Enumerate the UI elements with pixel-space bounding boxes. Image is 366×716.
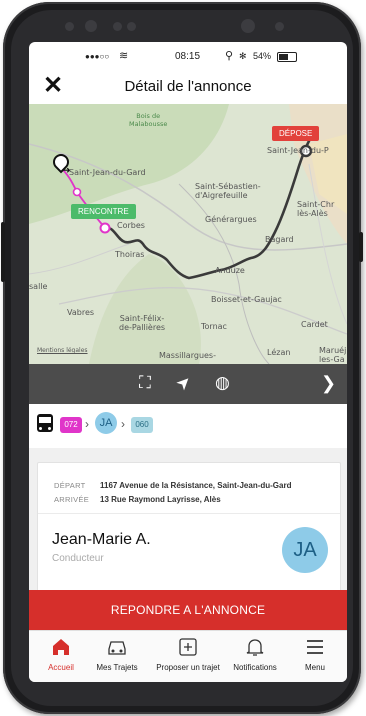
location-icon: ⚲: [225, 50, 234, 62]
clock-text: 08:15: [175, 51, 201, 62]
map-label-thoiras: Thoiras: [115, 250, 145, 259]
map-label-st-jean-right: Saint-Jean-du-P: [267, 146, 329, 155]
bluetooth-icon: ✻: [239, 51, 247, 61]
tab-label: Notifications: [233, 663, 277, 672]
arrow-icon: ›: [85, 417, 89, 431]
tab-notifications[interactable]: Notifications: [223, 631, 287, 682]
menu-icon: [283, 637, 347, 657]
sensor-dot: [275, 22, 284, 31]
map-label-mentions[interactable]: Mentions légales: [37, 347, 88, 354]
map-label-maruej: Maruéj les-Ga: [319, 346, 347, 364]
battery-percent: 54%: [253, 51, 272, 61]
tab-bar: Accueil Mes Trajets Proposer un trajet N…: [29, 630, 347, 682]
map-label-tornac: Tornac: [201, 322, 227, 331]
map-label-lezan: Lézan: [267, 348, 291, 357]
map-label-vabres: Vabres: [67, 308, 95, 317]
map-label-boisset: Boisset-et-Gaujac: [211, 295, 282, 304]
power-button: [359, 232, 363, 262]
volume-button: [1, 222, 5, 282]
tab-mes-trajets[interactable]: Mes Trajets: [85, 631, 149, 682]
sensor-dot: [113, 22, 122, 31]
map-label-forest: Bois de Malabousse: [129, 112, 168, 128]
tab-menu[interactable]: Menu: [283, 631, 347, 682]
iris-scanner: [241, 19, 255, 33]
driver-role: Conducteur: [52, 553, 104, 564]
map-label-corbes: Corbes: [117, 221, 145, 230]
route-map[interactable]: ➜ Bois de Malabousse Saint-Jean-du-Gard …: [29, 104, 347, 364]
bell-icon: [223, 637, 287, 657]
driver-name: Jean-Marie A.: [52, 531, 151, 548]
map-toolbar: ⛶ ➤ ◍ ❯: [29, 364, 347, 404]
arrivee-address: 13 Rue Raymond Layrisse, Alès: [100, 495, 221, 504]
sensor-dot: [127, 22, 136, 31]
arrivee-label: ARRIVÉE: [54, 495, 90, 504]
map-canvas: [29, 104, 347, 364]
pickup-marker-label[interactable]: RENCONTRE: [71, 204, 136, 219]
dropoff-marker-label[interactable]: DÉPOSE: [272, 126, 320, 141]
front-camera: [85, 20, 97, 32]
depart-address: 1167 Avenue de la Résistance, Saint-Jean…: [100, 481, 292, 490]
map-label-salle: salle: [29, 282, 48, 291]
wifi-icon: ≋: [119, 50, 129, 62]
globe-icon[interactable]: ◍: [215, 373, 230, 393]
bus-icon: [37, 414, 53, 432]
navigate-icon[interactable]: ➤: [172, 371, 196, 395]
signal-icon: ●●●○○: [85, 52, 110, 61]
card-divider: [38, 513, 340, 514]
fullscreen-icon[interactable]: ⛶: [139, 373, 151, 393]
status-bar: ●●●○○ ≋ 08:15 ⚲ ✻ 54%: [29, 42, 347, 70]
map-label-anduze: Anduze: [215, 266, 245, 275]
map-label-massillargues: Massillargues-: [159, 351, 216, 360]
tab-label: Proposer un trajet: [156, 663, 220, 672]
reply-button[interactable]: REPONDRE A L'ANNONCE: [29, 590, 347, 630]
bus-line-badge: 060: [131, 417, 153, 433]
map-label-bagard: Bagard: [265, 235, 294, 244]
pickup-point: [99, 222, 111, 234]
home-icon: [29, 637, 93, 657]
tab-label: Mes Trajets: [96, 663, 138, 672]
app-screen: ●●●○○ ≋ 08:15 ⚲ ✻ 54% ✕ Détail de l'anno…: [29, 42, 347, 682]
speaker-dot: [65, 22, 74, 31]
driver-mini-avatar: JA: [95, 412, 117, 434]
map-label-st-jean: Saint-Jean-du-Gard: [69, 168, 146, 177]
map-label-st-sebastien: Saint-Sébastien- d'Aigrefeuille: [195, 182, 261, 200]
page-title: Détail de l'annonce: [124, 78, 252, 95]
map-label-st-felix: Saint-Félix- de-Pallières: [119, 314, 166, 332]
tab-label: Menu: [304, 663, 325, 672]
map-label-generargues: Générargues: [205, 215, 257, 224]
tab-proposer[interactable]: Proposer un trajet: [156, 631, 220, 682]
car-icon: [85, 637, 149, 657]
map-label-saint-chr: Saint-Chr lès-Alès: [297, 200, 335, 218]
arrow-icon: ›: [121, 417, 125, 431]
plus-box-icon: [156, 637, 220, 657]
battery-icon: [277, 52, 297, 62]
chevron-right-icon[interactable]: ❯: [321, 373, 336, 394]
map-label-cardet: Cardet: [301, 320, 328, 329]
header-bar: ✕ Détail de l'annonce: [29, 70, 347, 104]
phone-frame: ●●●○○ ≋ 08:15 ⚲ ✻ 54% ✕ Détail de l'anno…: [1, 2, 363, 714]
waypoint: [72, 187, 82, 197]
tab-label: Accueil: [48, 663, 74, 672]
route-summary: 072 › JA › 060: [29, 404, 347, 448]
tab-accueil[interactable]: Accueil: [29, 631, 93, 682]
avatar[interactable]: JA: [282, 527, 328, 573]
bus-line-badge: 072: [60, 417, 82, 433]
depart-label: DÉPART: [54, 481, 86, 490]
